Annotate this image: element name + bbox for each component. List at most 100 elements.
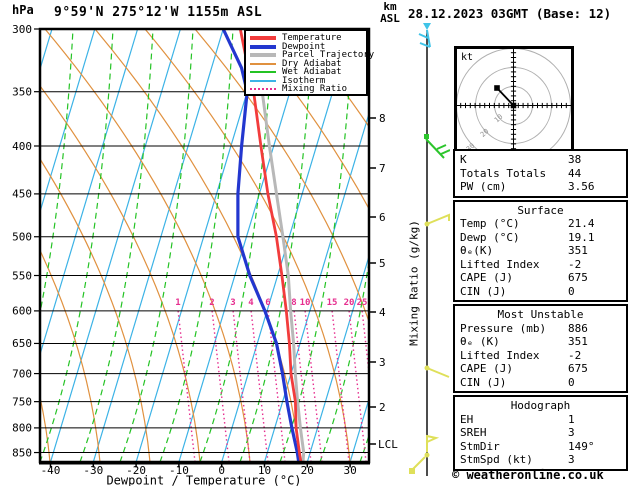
table-row: CIN (J) 0 xyxy=(455,376,626,390)
legend-swatch-mixing-ratio xyxy=(250,88,276,91)
table-row-value: 3 xyxy=(568,426,575,439)
mixing-ratio-label: 1 xyxy=(175,298,180,308)
table-row-label: Dewp (°C) xyxy=(460,230,520,244)
table-row-label: Pressure (mb) xyxy=(460,321,547,335)
isotherm-line xyxy=(92,29,224,462)
table-row-value: 886 xyxy=(568,321,588,335)
dry-adiabat-line xyxy=(395,29,450,462)
hodograph-ring-label: 20 xyxy=(479,127,491,139)
table-row-value: 0 xyxy=(568,375,575,389)
mixing-ratio-line xyxy=(232,309,251,462)
wind-marker-3-icon xyxy=(424,213,450,227)
km-tick-label: 8 xyxy=(379,112,386,125)
copyright: © weatheronline.co.uk xyxy=(452,468,604,482)
km-tick-label: 5 xyxy=(379,257,386,270)
mixing-ratio-line xyxy=(177,309,196,462)
mixing-ratio-line xyxy=(211,309,230,462)
km-tick-label: 7 xyxy=(379,162,386,175)
x-axis-title: Dewpoint / Temperature (°C) xyxy=(106,474,301,486)
lcl-label: LCL xyxy=(378,438,398,451)
table-row: Temp (°C) 21.4 xyxy=(455,217,626,231)
km-tick-label: 3 xyxy=(379,356,386,369)
skewt-diagram: 300 350 400 450 500 550 600 650 700 750 800 850 1 2 3 4… xyxy=(12,23,450,486)
temp-tick-label: 20 xyxy=(301,464,314,477)
pressure-tick-label: 500 xyxy=(12,231,32,244)
table-row-label: K xyxy=(460,153,467,166)
table-row-value: 675 xyxy=(568,362,588,375)
legend-swatch-isotherm xyxy=(250,79,276,82)
table-row-label: StmSpd (kt) xyxy=(460,453,533,466)
table-row-value: 351 xyxy=(568,244,588,257)
table-row-label: PW (cm) xyxy=(460,180,507,193)
table-row-label: CAPE (J) xyxy=(460,271,513,284)
hodograph-trace-end-marker xyxy=(494,85,500,91)
pressure-tick-label: 550 xyxy=(12,269,32,282)
table-row-label: Totals Totals xyxy=(460,166,547,180)
wind-marker-2-icon xyxy=(424,134,450,159)
legend-swatch-dry-adiabat xyxy=(250,62,276,65)
table-row-label: StmDir xyxy=(460,439,500,453)
table-row-label: Lifted Index xyxy=(460,257,540,271)
table-row-value: 38 xyxy=(568,153,582,166)
table-row: EH 1 xyxy=(455,413,626,427)
pressure-tick-label: 700 xyxy=(12,367,32,380)
mixing-ratio-label: 2 xyxy=(209,298,214,308)
legend-swatch-wet-adiabat xyxy=(250,71,276,74)
mixing-ratio-label: 4 xyxy=(248,298,254,308)
pressure-tick-label: 400 xyxy=(12,140,32,153)
table-row-label: CIN (J) xyxy=(460,284,507,298)
pressure-tick-label: 450 xyxy=(12,188,32,201)
mixing-ratio-axis-label: Mixing Ratio (g/kg) xyxy=(407,220,421,346)
wet-adiabat-line xyxy=(119,29,194,462)
table-row: Lifted Index -2 xyxy=(455,258,626,272)
table-row: Pressure (mb) 886 xyxy=(455,322,626,336)
km-tick-label: 6 xyxy=(379,211,386,224)
mixing-ratio-line xyxy=(304,309,323,462)
table-row-value: 1 xyxy=(568,412,575,426)
table-row: Totals Totals 44 xyxy=(455,167,626,181)
km-tick-label: 2 xyxy=(379,401,386,414)
table-row-label: SREH xyxy=(460,426,487,439)
table-row-value: 0 xyxy=(568,284,575,298)
table-row-value: 675 xyxy=(568,271,588,284)
temp-tick-label: -30 xyxy=(83,464,103,477)
table-row: CAPE (J) 675 xyxy=(455,362,626,376)
table-row-value: 3 xyxy=(568,453,575,466)
legend-swatch-dewpoint xyxy=(250,44,276,49)
table-row: CIN (J) 0 xyxy=(455,285,626,299)
stats-table-indices: K 38 Totals Totals 44 PW (cm) 3.56 xyxy=(453,149,628,198)
table-row-value: -2 xyxy=(568,257,582,271)
legend: Temperature Dewpoint Parcel Trajectory Dry … xyxy=(244,29,374,96)
wind-marker-1-icon xyxy=(418,23,431,48)
pressure-tick-label: 850 xyxy=(12,446,32,459)
mixing-ratio-label: 15 xyxy=(327,298,338,308)
pressure-tick-label: 650 xyxy=(12,337,32,350)
table-row: PW (cm) 3.56 xyxy=(455,180,626,194)
table-title: Most Unstable xyxy=(497,308,584,321)
table-row: StmDir 149° xyxy=(455,440,626,454)
legend-swatch-parcel-trajectory xyxy=(250,53,276,58)
pressure-tick-label: 300 xyxy=(12,23,32,36)
stats-table-surface: Surface Temp (°C) 21.4 Dewp (°C) 19.1 θₑ(K) 35… xyxy=(453,199,628,302)
mixing-ratio-line xyxy=(361,309,369,379)
mixing-ratio-label: 8 xyxy=(291,298,296,308)
wet-adiabat-line xyxy=(40,29,114,462)
legend-item: Mixing Ratio xyxy=(250,85,363,94)
table-row-label: EH xyxy=(460,412,474,426)
table-row-value: 19.1 xyxy=(568,230,595,244)
pressure-tick-label: 350 xyxy=(12,85,32,98)
mixing-ratio-line xyxy=(267,309,286,462)
wind-marker-5-icon xyxy=(426,434,440,452)
stats-table-hodograph: Hodograph EH 1 SREH 3 StmDir 149° StmSpd (kt) 3 xyxy=(453,395,628,471)
pressure-tick-label: 800 xyxy=(12,422,32,435)
table-row: SREH 3 xyxy=(455,426,626,440)
hodograph-unit-label: kt xyxy=(461,52,473,63)
table-row-value: 351 xyxy=(568,335,588,348)
pressure-tick-label: 600 xyxy=(12,305,32,318)
pressure-tick-label: 750 xyxy=(12,395,32,408)
wet-adiabat-line xyxy=(40,29,74,316)
table-row: Lifted Index -2 xyxy=(455,349,626,363)
table-row-value: 3.56 xyxy=(568,180,595,193)
table-row-value: 21.4 xyxy=(568,217,595,230)
mixing-ratio-label: 10 xyxy=(300,298,311,308)
